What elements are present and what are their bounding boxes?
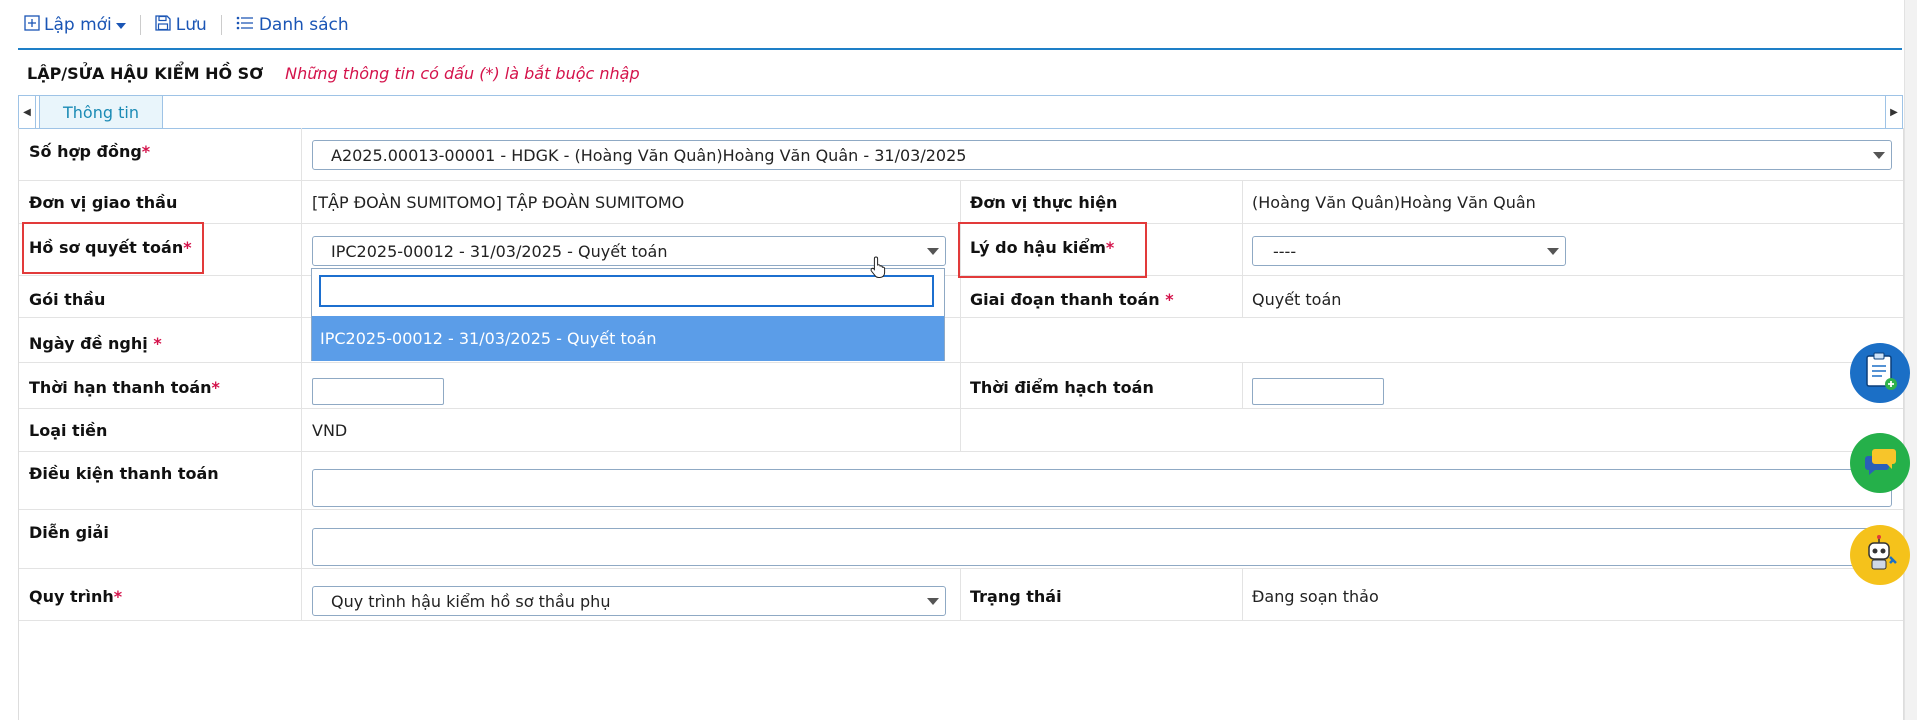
- list-button-label: Danh sách: [258, 15, 349, 35]
- tab-scroll-right-button[interactable]: ▶: [1885, 96, 1902, 128]
- accounting-time-input[interactable]: [1252, 378, 1384, 405]
- page-header: LẬP/SỬA HẬU KIỂM HỒ SƠ Những thông tin c…: [27, 60, 640, 86]
- dropdown-option[interactable]: IPC2025-00012 - 31/03/2025 - Quyết toán: [312, 316, 944, 361]
- chevron-down-icon: [927, 598, 939, 605]
- highlight-box: [958, 222, 1147, 278]
- contract-select[interactable]: A2025.00013-00001 - HDGK - (Hoàng Văn Qu…: [312, 140, 1892, 170]
- payment-phase-label-text: Giai đoạn thanh toán: [970, 290, 1160, 309]
- status-value: Đang soạn thảo: [1252, 587, 1379, 606]
- info-form: Số hợp đồng* A2025.00013-00001 - HDGK - …: [18, 128, 1904, 720]
- currency-label: Loại tiền: [29, 421, 108, 440]
- clipboard-add-icon: [1862, 351, 1898, 396]
- caret-left-icon: ◀: [23, 106, 31, 118]
- description-textarea[interactable]: [312, 528, 1892, 566]
- column-divider: [960, 288, 961, 451]
- performer-label: Đơn vị thực hiện: [970, 193, 1118, 212]
- highlight-box: [22, 222, 204, 274]
- hand-cursor-icon: [870, 256, 888, 283]
- contract-label: Số hợp đồng*: [29, 142, 150, 161]
- required-mark: *: [211, 378, 220, 397]
- chat-floating-button[interactable]: [1850, 433, 1910, 493]
- column-divider: [1242, 180, 1243, 275]
- currency-value: VND: [312, 421, 348, 440]
- toolbar-divider: [139, 15, 141, 35]
- toolbar-divider: [220, 15, 222, 35]
- add-document-floating-button[interactable]: [1850, 343, 1910, 403]
- column-divider: [960, 568, 961, 620]
- settlement-select-value: IPC2025-00012 - 31/03/2025 - Quyết toán: [331, 241, 668, 261]
- chevron-down-icon: [1547, 248, 1559, 255]
- settlement-dropdown-panel: IPC2025-00012 - 31/03/2025 - Quyết toán: [311, 268, 945, 361]
- list-icon: [236, 15, 254, 36]
- column-divider: [1242, 362, 1243, 408]
- tab-scroll-left-button[interactable]: ◀: [19, 96, 36, 128]
- request-date-label: Ngày đề nghị *: [29, 334, 162, 353]
- payment-term-label-text: Thời hạn thanh toán: [29, 378, 212, 397]
- column-divider: [1242, 275, 1243, 317]
- description-label: Diễn giải: [29, 523, 109, 542]
- column-divider: [301, 128, 302, 620]
- toolbar-divider-line: [18, 48, 1902, 50]
- contract-label-text: Số hợp đồng: [29, 142, 142, 161]
- robot-icon: [1860, 533, 1900, 578]
- payment-condition-textarea[interactable]: [312, 469, 1892, 507]
- payment-condition-label: Điều kiện thanh toán: [29, 464, 219, 483]
- status-label: Trạng thái: [970, 587, 1062, 606]
- accounting-time-label: Thời điểm hạch toán: [970, 378, 1154, 397]
- plus-square-icon: [24, 14, 40, 36]
- toolbar: Lập mới Lưu Danh sách: [24, 10, 349, 40]
- support-bot-floating-button[interactable]: [1850, 525, 1910, 585]
- save-button[interactable]: Lưu: [155, 14, 207, 36]
- save-icon: [155, 14, 171, 36]
- reason-select[interactable]: ----: [1252, 236, 1566, 266]
- payment-term-label: Thời hạn thanh toán*: [29, 378, 220, 397]
- required-note: Những thông tin có dấu (*) là bắt buộc n…: [285, 63, 640, 83]
- new-button[interactable]: Lập mới: [24, 14, 126, 36]
- save-button-label: Lưu: [175, 15, 207, 35]
- reason-select-value: ----: [1273, 241, 1297, 261]
- process-label: Quy trình*: [29, 587, 122, 606]
- contractor-unit-label: Đơn vị giao thầu: [29, 193, 178, 212]
- payment-phase-label: Giai đoạn thanh toán *: [970, 290, 1174, 309]
- required-mark: *: [141, 142, 151, 161]
- required-mark: *: [153, 334, 162, 353]
- chat-bubble-icon: [1863, 446, 1897, 481]
- package-label: Gói thầu: [29, 290, 106, 309]
- list-button[interactable]: Danh sách: [236, 15, 349, 36]
- request-date-label-text: Ngày đề nghị: [29, 334, 148, 353]
- new-button-label: Lập mới: [44, 15, 112, 35]
- payment-term-input[interactable]: [312, 378, 444, 405]
- settlement-select[interactable]: IPC2025-00012 - 31/03/2025 - Quyết toán: [312, 236, 946, 266]
- chevron-down-icon: [1873, 152, 1885, 159]
- performer-value: (Hoàng Văn Quân)Hoàng Văn Quân: [1252, 193, 1536, 212]
- process-select[interactable]: Quy trình hậu kiểm hồ sơ thầu phụ: [312, 586, 946, 616]
- process-select-value: Quy trình hậu kiểm hồ sơ thầu phụ: [331, 591, 611, 611]
- payment-phase-value: Quyết toán: [1252, 290, 1342, 309]
- process-label-text: Quy trình: [29, 587, 114, 606]
- page-title: LẬP/SỬA HẬU KIỂM HỒ SƠ: [27, 63, 264, 83]
- dropdown-search-input[interactable]: [319, 275, 934, 307]
- column-divider: [1242, 568, 1243, 620]
- required-mark: *: [113, 587, 123, 606]
- tab-thong-tin[interactable]: Thông tin: [39, 96, 163, 128]
- chevron-down-icon: [115, 15, 126, 35]
- chevron-down-icon: [927, 248, 939, 255]
- tab-bar: ◀ Thông tin ▶: [18, 95, 1903, 129]
- required-mark: *: [1165, 290, 1174, 309]
- contractor-unit-value: [TẬP ĐOÀN SUMITOMO] TẬP ĐOÀN SUMITOMO: [312, 193, 685, 212]
- caret-right-icon: ▶: [1890, 106, 1898, 118]
- contract-select-value: A2025.00013-00001 - HDGK - (Hoàng Văn Qu…: [331, 145, 967, 165]
